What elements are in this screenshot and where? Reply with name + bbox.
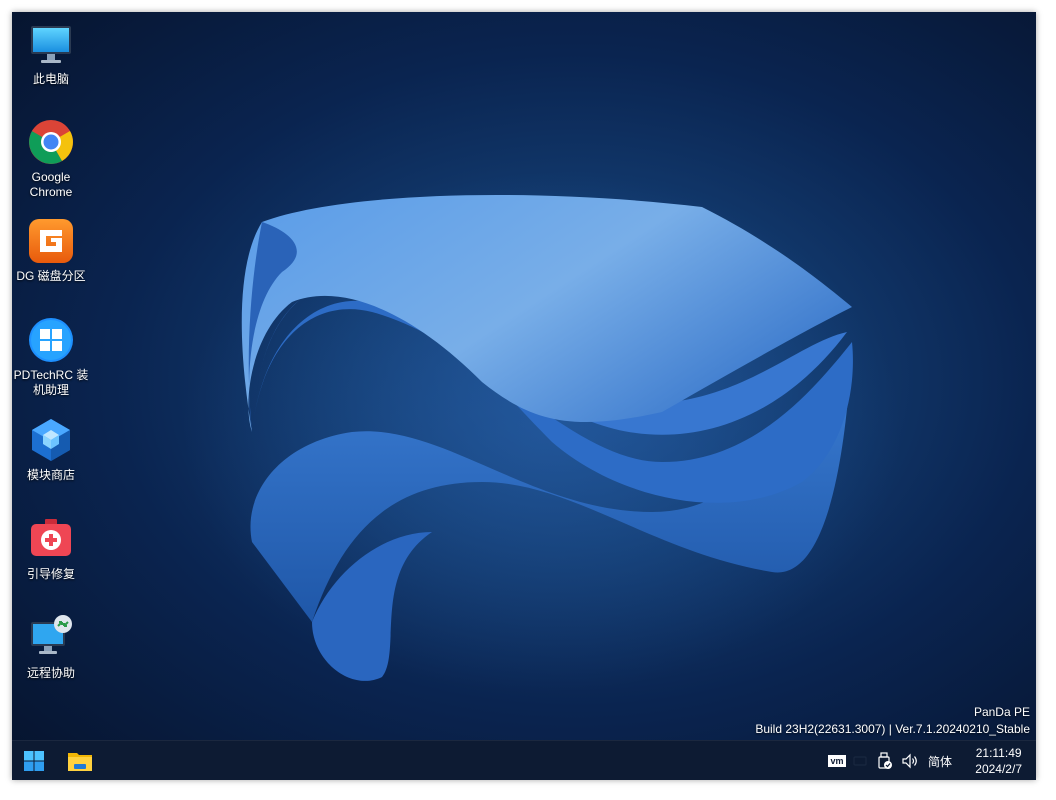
file-explorer-button[interactable] — [64, 745, 96, 777]
watermark-build: Build 23H2(22631.3007) | Ver.7.1.2024021… — [755, 722, 1030, 736]
windows-start-icon — [24, 751, 44, 771]
volume-tray-icon[interactable] — [900, 749, 920, 773]
desktop-icon-remote-assist[interactable]: 远程协助 — [13, 614, 89, 681]
desktop-icon-label: 远程协助 — [26, 666, 75, 680]
usb-drive-icon — [878, 752, 892, 769]
desktop-icon-boot-repair[interactable]: 引导修复 — [13, 515, 89, 582]
windows-installer-icon — [29, 318, 73, 362]
taskbar: vm 简体 21:11:49 2024/2/7 — [12, 740, 1036, 780]
diskgenius-icon — [29, 219, 73, 263]
desktop-icon-diskgenius[interactable]: DG 磁盘分区 — [13, 217, 89, 284]
desktop-icon-this-pc[interactable]: 此电脑 — [13, 20, 89, 87]
speaker-icon — [902, 753, 917, 769]
desktop-icon-label: DG 磁盘分区 — [16, 269, 86, 283]
start-button[interactable] — [18, 745, 50, 777]
computer-icon — [31, 26, 71, 63]
vm-label: vm — [828, 755, 846, 767]
keyboard-tray-icon[interactable] — [852, 749, 868, 773]
watermark-title: PanDa PE — [973, 705, 1030, 719]
usb-safe-remove-icon[interactable] — [876, 749, 894, 773]
clock-time: 21:11:49 — [975, 746, 1022, 760]
desktop-icon-label: 引导修复 — [26, 567, 75, 581]
vmware-tray-icon[interactable]: vm — [828, 749, 846, 773]
desktop-icon-label: 此电脑 — [32, 72, 69, 86]
ime-label: 简体 — [927, 754, 952, 769]
wallpaper-ribbon — [182, 172, 902, 692]
keyboard-icon — [853, 756, 867, 766]
module-store-icon — [32, 419, 70, 461]
desktop-icon-pdtechrc[interactable]: PDTechRC 装机助理 — [13, 316, 89, 398]
chrome-icon — [29, 120, 73, 164]
pe-build-watermark: PanDa PE Build 23H2(22631.3007) | Ver.7.… — [755, 704, 1030, 738]
desktop-window: 此电脑 Google Chrome DG 磁盘分区 PDTechRC 装机助理 … — [12, 12, 1036, 780]
file-explorer-icon — [68, 753, 92, 771]
clock-date: 2024/2/7 — [975, 762, 1022, 776]
desktop-icon-label: PDTechRC 装机助理 — [13, 368, 89, 397]
desktop-icon-label: 模块商店 — [26, 468, 75, 482]
boot-repair-icon — [31, 519, 71, 556]
desktop-icon-module-store[interactable]: 模块商店 — [13, 416, 89, 483]
taskbar-clock[interactable]: 21:11:49 2024/2/7 — [975, 745, 1022, 777]
ime-indicator[interactable]: 简体 — [926, 749, 954, 773]
desktop-icon-label: Google Chrome — [29, 170, 73, 199]
remote-assist-icon — [31, 615, 72, 654]
desktop-icon-google-chrome[interactable]: Google Chrome — [13, 118, 89, 200]
